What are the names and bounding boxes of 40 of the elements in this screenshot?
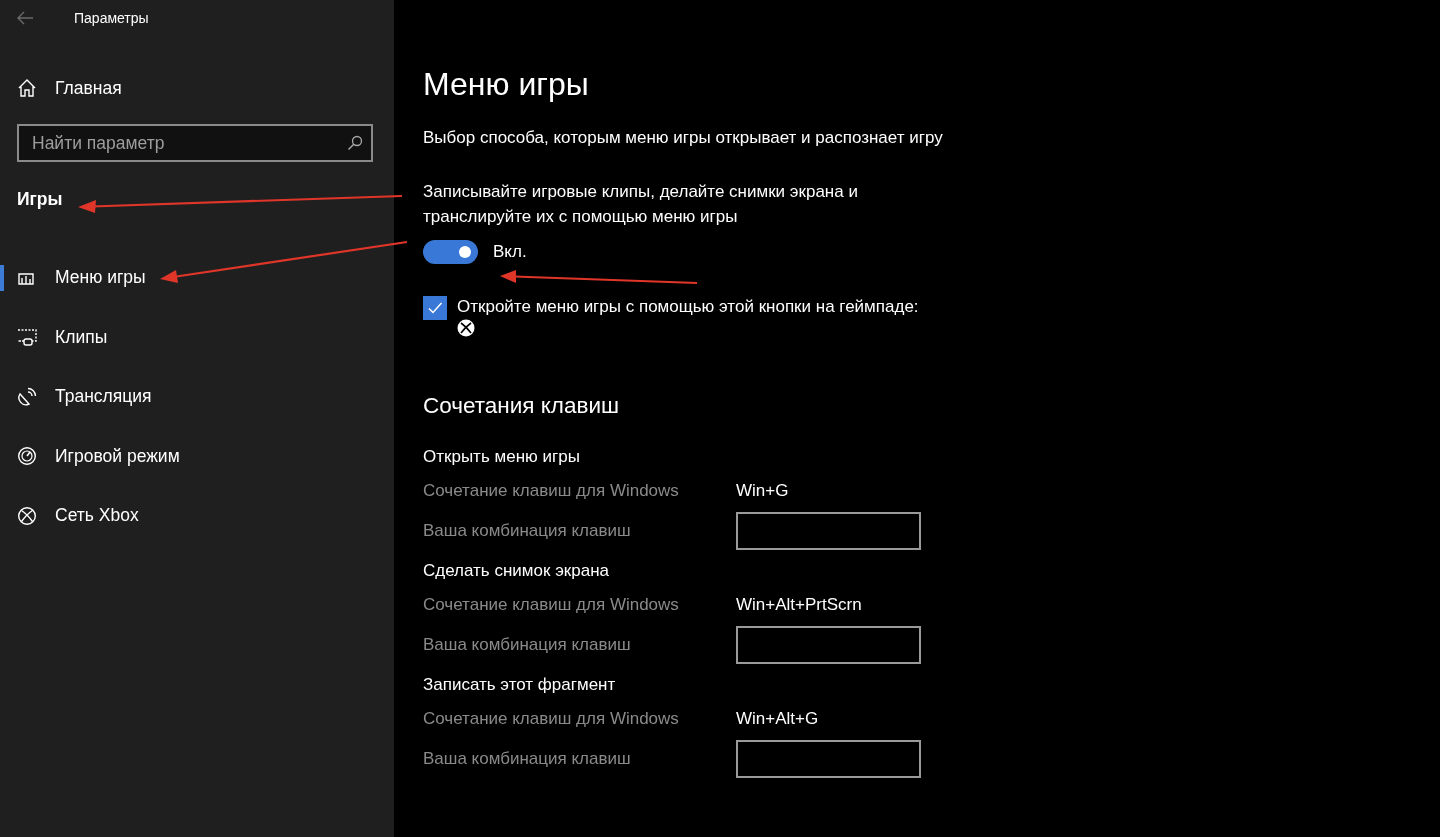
sidebar-item[interactable]: Трансляция xyxy=(0,367,394,427)
home-link[interactable]: Главная xyxy=(0,58,394,118)
input-field[interactable] xyxy=(736,512,921,550)
shortcut-title: Сделать снимок экрана xyxy=(423,560,610,582)
home-icon xyxy=(17,78,37,98)
checkbox[interactable] xyxy=(423,296,447,320)
toggle-state: Вкл. xyxy=(493,242,527,262)
gauge-icon xyxy=(17,446,37,467)
sidebar-item[interactable]: Меню игры xyxy=(0,248,394,308)
section-heading: Сочетания клавиш xyxy=(423,393,621,419)
input-field[interactable] xyxy=(736,626,921,664)
shortcut-title: Записать этот фрагмент xyxy=(423,674,617,696)
shortcut-label: Сочетание клавиш для Windows xyxy=(423,481,680,501)
shortcut-label: Сочетание клавиш для Windows xyxy=(423,595,680,615)
search-field[interactable]: Найти параметр xyxy=(17,124,373,162)
search-icon xyxy=(347,135,363,151)
shortcut-label: Ваша комбинация клавиш xyxy=(423,521,632,541)
key-combination: Win+G xyxy=(736,481,789,501)
sidebar-item[interactable]: Игровой режим xyxy=(0,426,394,486)
toggle-switch[interactable] xyxy=(423,240,478,264)
checkbox-label: Откройте меню игры с помощью этой кнопки на геймпаде: xyxy=(457,296,919,318)
section-heading: Игры xyxy=(17,189,63,210)
page-title: Меню игры xyxy=(423,66,590,103)
shortcut-label: Ваша комбинация клавиш xyxy=(423,749,632,769)
window-title: Параметры xyxy=(74,10,149,26)
shortcut-label: Ваша комбинация клавиш xyxy=(423,635,632,655)
key-combination: Win+Alt+PrtScrn xyxy=(736,595,862,615)
toggle-label: Записывайте игровые клипы, делайте снимки экрана и транслируйте их с помощью меню игры xyxy=(423,181,859,228)
xbox-button-icon xyxy=(457,319,475,337)
sidebar-item[interactable]: Клипы xyxy=(0,307,394,367)
input-field[interactable] xyxy=(736,740,921,778)
key-combination: Win+Alt+G xyxy=(736,709,819,729)
check-icon xyxy=(427,300,443,316)
shortcut-title: Открыть меню игры xyxy=(423,446,581,468)
satellite-icon xyxy=(17,386,37,407)
description-text: Выбор способа, которым меню игры открывает и распознает игру xyxy=(423,127,944,149)
screen-gamepad-icon xyxy=(17,327,37,348)
sidebar-item[interactable]: Сеть Xbox xyxy=(0,486,394,546)
shortcut-label: Сочетание клавиш для Windows xyxy=(423,709,680,729)
xbox-icon xyxy=(17,505,37,526)
